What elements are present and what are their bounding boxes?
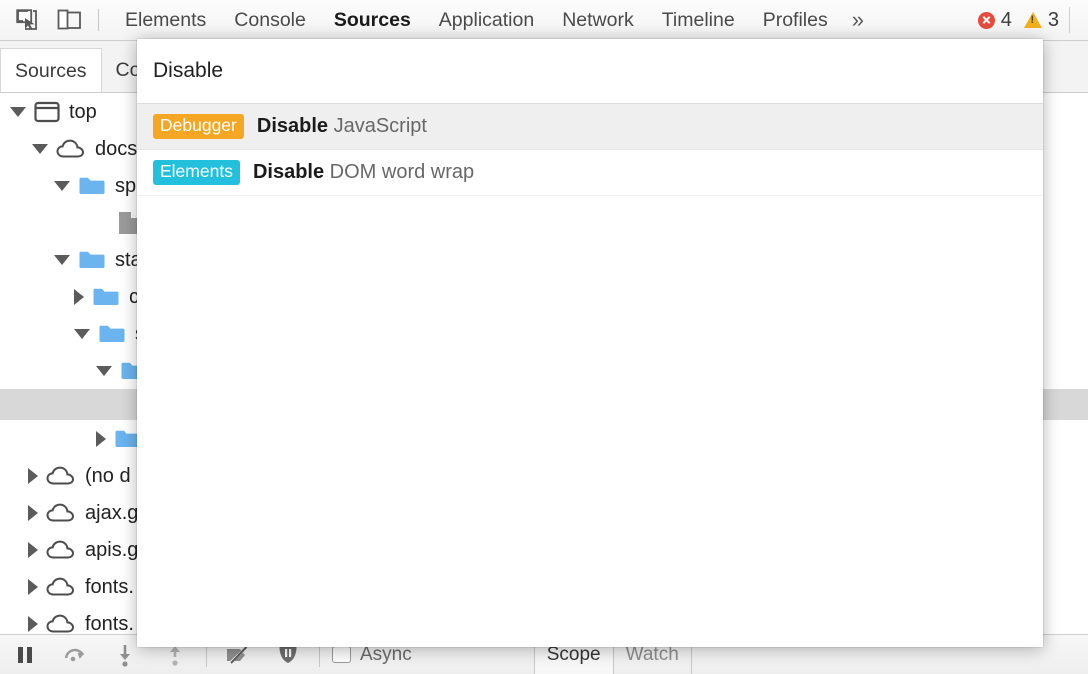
issue-counters: 4 3 bbox=[974, 0, 1080, 40]
twisty-open-icon[interactable] bbox=[54, 255, 70, 265]
inspect-element-icon[interactable] bbox=[6, 0, 48, 40]
twisty-open-icon[interactable] bbox=[10, 107, 26, 117]
twisty-closed-icon[interactable] bbox=[28, 468, 38, 484]
cloud-icon bbox=[46, 502, 76, 524]
tree-item-label: (no d bbox=[85, 466, 131, 486]
tree-item-label: top bbox=[69, 102, 97, 122]
tab-sources[interactable]: Sources bbox=[320, 0, 425, 40]
error-icon bbox=[978, 12, 995, 29]
tab-elements[interactable]: Elements bbox=[111, 0, 220, 40]
toolbar-divider bbox=[98, 9, 99, 31]
error-count: 4 bbox=[1001, 9, 1012, 32]
warning-counter[interactable]: 3 bbox=[1024, 9, 1067, 32]
cloud-icon bbox=[46, 576, 76, 598]
tab-profiles[interactable]: Profiles bbox=[749, 0, 842, 40]
cloud-icon bbox=[46, 613, 76, 635]
command-palette: Debugger Disable JavaScript Elements Dis… bbox=[137, 39, 1043, 647]
twisty-open-icon[interactable] bbox=[54, 181, 70, 191]
devtools-main-toolbar: Elements Console Sources Application Net… bbox=[0, 0, 1088, 41]
frame-icon bbox=[34, 101, 60, 123]
warning-count: 3 bbox=[1048, 9, 1059, 32]
cloud-icon bbox=[46, 465, 76, 487]
panel-tabs: Elements Console Sources Application Net… bbox=[111, 0, 974, 40]
result-label: Disable JavaScript bbox=[257, 115, 427, 138]
result-label-rest: DOM word wrap bbox=[324, 161, 474, 183]
tab-console[interactable]: Console bbox=[220, 0, 320, 40]
warning-icon bbox=[1024, 12, 1042, 28]
folder-icon bbox=[78, 249, 106, 271]
tree-item-label: docs. bbox=[95, 139, 143, 159]
cloud-icon bbox=[46, 539, 76, 561]
command-palette-input[interactable] bbox=[153, 59, 1027, 83]
tab-application[interactable]: Application bbox=[425, 0, 548, 40]
tab-network[interactable]: Network bbox=[548, 0, 648, 40]
twisty-closed-icon[interactable] bbox=[28, 616, 38, 632]
subtab-sources[interactable]: Sources bbox=[0, 48, 102, 92]
tree-item-label: fonts. bbox=[85, 614, 134, 634]
twisty-open-icon[interactable] bbox=[32, 144, 48, 154]
command-palette-results: Debugger Disable JavaScript Elements Dis… bbox=[137, 104, 1043, 196]
tree-item-label: fonts. bbox=[85, 577, 134, 597]
pause-resume-icon[interactable] bbox=[0, 636, 50, 674]
devtools-window: Elements Console Sources Application Net… bbox=[0, 0, 1088, 674]
cloud-icon bbox=[56, 138, 86, 160]
tree-item-label: ajax.g bbox=[85, 503, 138, 523]
result-label-bold: Disable bbox=[253, 161, 324, 183]
twisty-open-icon[interactable] bbox=[74, 329, 90, 339]
result-badge-elements: Elements bbox=[153, 160, 240, 185]
toolbar-end-divider bbox=[1069, 7, 1070, 33]
tab-timeline[interactable]: Timeline bbox=[648, 0, 749, 40]
checkbox-box[interactable] bbox=[332, 646, 351, 663]
twisty-closed-icon[interactable] bbox=[28, 505, 38, 521]
folder-icon bbox=[78, 175, 106, 197]
command-result-disable-dom-word-wrap[interactable]: Elements Disable DOM word wrap bbox=[137, 150, 1043, 196]
folder-icon bbox=[92, 286, 120, 308]
result-badge-debugger: Debugger bbox=[153, 114, 244, 139]
command-palette-input-row bbox=[137, 39, 1043, 104]
command-result-disable-javascript[interactable]: Debugger Disable JavaScript bbox=[137, 104, 1043, 150]
twisty-closed-icon[interactable] bbox=[28, 542, 38, 558]
error-counter[interactable]: 4 bbox=[978, 9, 1020, 32]
twisty-open-icon[interactable] bbox=[96, 366, 112, 376]
twisty-closed-icon[interactable] bbox=[28, 579, 38, 595]
twisty-spacer bbox=[92, 215, 108, 231]
twisty-closed-icon[interactable] bbox=[74, 289, 84, 305]
folder-icon bbox=[98, 323, 126, 345]
step-over-icon[interactable] bbox=[50, 636, 100, 674]
twisty-closed-icon[interactable] bbox=[96, 431, 106, 447]
device-toolbar-icon[interactable] bbox=[48, 0, 90, 40]
result-label-rest: JavaScript bbox=[328, 115, 427, 137]
more-tabs-chevron-icon[interactable]: » bbox=[842, 0, 874, 40]
result-label-bold: Disable bbox=[257, 115, 328, 137]
result-label: Disable DOM word wrap bbox=[253, 161, 474, 184]
tree-item-label: apis.g bbox=[85, 540, 138, 560]
